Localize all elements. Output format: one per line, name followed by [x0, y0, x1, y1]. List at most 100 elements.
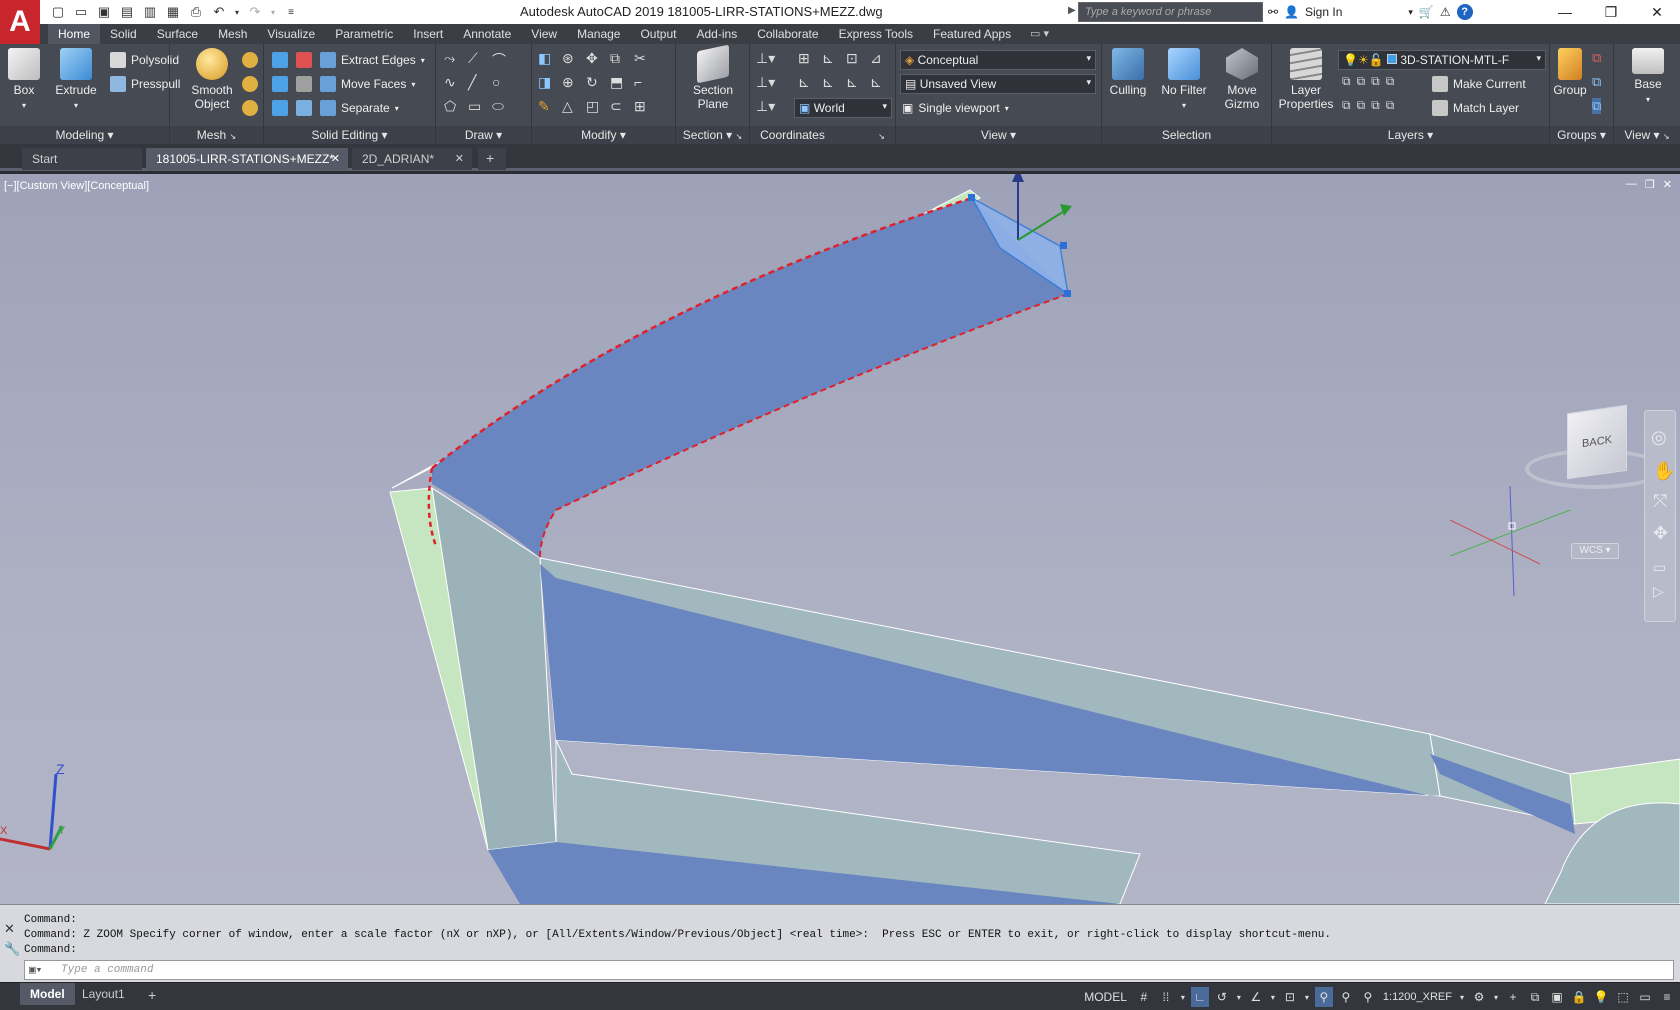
snap-icon[interactable]: ⁞⁞	[1157, 987, 1175, 1007]
auto-scale-icon[interactable]: ⚲	[1337, 987, 1355, 1007]
save-web-icon[interactable]: ▦	[163, 3, 183, 21]
ucs-origin-icon[interactable]: ⊾	[822, 50, 834, 67]
make-current-button[interactable]: Make Current	[1432, 74, 1526, 94]
polygon-icon[interactable]: ⬠	[444, 98, 456, 115]
annotation-scale-icon[interactable]: ⚲	[1359, 987, 1377, 1007]
mesh-smooth-less-icon[interactable]	[242, 76, 258, 92]
3d-scale-icon[interactable]: △	[562, 98, 573, 115]
view-base-panel-title[interactable]: View ▾ ↘	[1614, 126, 1680, 144]
ribbon-tab-add-ins[interactable]: Add-ins	[687, 24, 748, 44]
3d-rotate-icon[interactable]: ⊛	[562, 50, 574, 67]
doc-tab-2d-adrian[interactable]: 2D_ADRIAN* ✕	[352, 148, 472, 170]
ucs-object-icon[interactable]: ⊿	[870, 50, 882, 67]
lock-ui-icon[interactable]: 🔒	[1570, 987, 1588, 1007]
add-layout-icon[interactable]: +	[138, 983, 166, 1005]
new-tab-icon[interactable]: +	[478, 148, 506, 170]
grip-handle[interactable]	[1064, 290, 1071, 297]
model-space-button[interactable]: MODEL	[1080, 987, 1131, 1007]
new-file-icon[interactable]: ▢	[48, 3, 68, 21]
offset-icon[interactable]: ⊂	[610, 98, 622, 115]
layer-tools-row2-icon[interactable]: ⧉⧉⧉⧉	[1342, 98, 1400, 113]
view-panel-title[interactable]: View ▾	[896, 126, 1101, 144]
draw-panel-title[interactable]: Draw ▾	[436, 126, 531, 144]
box-button[interactable]: Box ▾	[6, 48, 42, 113]
help-icon[interactable]: ?	[1456, 4, 1473, 20]
ucs-view-icon[interactable]: ⊡	[846, 50, 858, 67]
hardware-acceleration-icon[interactable]: ⬚	[1614, 987, 1632, 1007]
mirror-icon[interactable]: ◧	[538, 50, 551, 67]
ucs-z-icon[interactable]: ⊾	[870, 74, 882, 91]
command-prompt-icon[interactable]: ▣▾	[29, 963, 42, 977]
polar-dropdown-icon[interactable]: ▾	[1235, 987, 1243, 1007]
ungroup-icon[interactable]: ⧉	[1592, 50, 1601, 66]
ribbon-tab-parametric[interactable]: Parametric	[325, 24, 403, 44]
command-input[interactable]: ▣▾ Type a command	[24, 960, 1674, 980]
interfere-icon[interactable]	[296, 52, 312, 68]
application-menu-button[interactable]: A	[0, 0, 40, 44]
navbar-menu-icon[interactable]: ▷	[1653, 583, 1664, 600]
customize-qat-icon[interactable]: ≡	[281, 3, 301, 21]
grip-handle[interactable]	[968, 194, 975, 201]
units-icon[interactable]: ⧉	[1526, 987, 1544, 1007]
sign-in-dropdown-icon[interactable]: ▾	[1408, 7, 1413, 18]
isolate-objects-icon[interactable]: 💡	[1592, 987, 1610, 1007]
spline-icon[interactable]: ∿	[444, 74, 456, 91]
group-edit-icon[interactable]: ⧉	[1592, 74, 1601, 90]
ribbon-minimize-icon[interactable]: ▭ ▾	[1030, 27, 1049, 40]
command-close-icon[interactable]: ✕	[4, 921, 15, 937]
close-icon[interactable]: ✕	[1634, 0, 1680, 24]
cart-icon[interactable]: 🛒	[1419, 5, 1434, 19]
steering-wheel-icon[interactable]: ◎	[1651, 427, 1667, 448]
close-tab-icon[interactable]: ✕	[455, 152, 464, 165]
groups-panel-title[interactable]: Groups ▾	[1550, 126, 1613, 144]
mesh-panel-title[interactable]: Mesh ↘	[170, 126, 263, 144]
rotate-icon[interactable]: ↻	[586, 74, 598, 91]
ribbon-tab-annotate[interactable]: Annotate	[453, 24, 521, 44]
sign-in-link[interactable]: Sign In	[1305, 5, 1342, 19]
visual-style-combo[interactable]: ◈ Conceptual ▾	[900, 50, 1096, 70]
binoculars-icon[interactable]: ⚯	[1268, 5, 1278, 19]
ucs-x-icon[interactable]: ⊾	[822, 74, 834, 91]
group-button[interactable]: Group	[1552, 48, 1588, 97]
trim-icon[interactable]: ✂	[634, 50, 646, 67]
ucs-world-icon[interactable]: ⊞	[798, 50, 810, 67]
open-file-icon[interactable]: ▭	[71, 3, 91, 21]
ribbon-tab-view[interactable]: View	[521, 24, 567, 44]
model-geometry[interactable]: Z Y X	[0, 174, 1680, 904]
ellipse-icon[interactable]: ⬭	[492, 98, 504, 115]
group-selection-icon[interactable]: ⧉	[1592, 98, 1602, 114]
move-gizmo-button[interactable]: Move Gizmo	[1216, 48, 1268, 111]
erase-icon[interactable]: ✎	[538, 98, 550, 115]
osnap-tracking-icon[interactable]: ∠	[1247, 987, 1265, 1007]
polyline-icon[interactable]: ⟋	[468, 50, 478, 67]
subtract-icon[interactable]	[272, 76, 288, 92]
thicken-icon[interactable]	[296, 100, 312, 116]
close-tab-icon[interactable]: ✕	[331, 152, 340, 165]
gizmo-y-arrow-icon[interactable]	[1060, 204, 1072, 216]
ribbon-tab-insert[interactable]: Insert	[403, 24, 453, 44]
smooth-object-button[interactable]: Smooth Object	[188, 48, 236, 111]
model-tab[interactable]: Model	[20, 983, 75, 1005]
base-button[interactable]: Base ▾	[1628, 48, 1668, 107]
circle-icon[interactable]: ○	[492, 74, 500, 90]
selected-face[interactable]	[432, 198, 1068, 558]
solid-editing-panel-title[interactable]: Solid Editing ▾	[264, 126, 435, 144]
object-snap-icon[interactable]: ⊡	[1281, 987, 1299, 1007]
section-panel-title[interactable]: Section ▾ ↘	[676, 126, 749, 144]
search-input[interactable]: Type a keyword or phrase	[1078, 2, 1263, 22]
3d-move-icon[interactable]: ⊕	[562, 74, 574, 91]
ribbon-tab-home[interactable]: Home	[48, 24, 101, 44]
quick-properties-icon[interactable]: ▣	[1548, 987, 1566, 1007]
pan-icon[interactable]: ✋	[1653, 461, 1675, 482]
ribbon-tab-visualize[interactable]: Visualize	[257, 24, 325, 44]
ribbon-tab-manage[interactable]: Manage	[567, 24, 630, 44]
annotation-monitor-icon[interactable]: +	[1504, 987, 1522, 1007]
rectangle-icon[interactable]: ▭	[468, 98, 481, 115]
copy-icon[interactable]: ⧉	[610, 50, 620, 67]
zoom-extents-icon[interactable]: ⤧	[1653, 491, 1667, 512]
ribbon-tab-express-tools[interactable]: Express Tools	[829, 24, 923, 44]
extract-edges-button[interactable]: Extract Edges ▾	[320, 50, 425, 70]
saved-view-combo[interactable]: ▤ Unsaved View ▾	[900, 74, 1096, 94]
ucs-named-icon[interactable]: ⊥▾	[756, 98, 775, 115]
object-snap-dropdown-icon[interactable]: ▾	[1303, 987, 1311, 1007]
